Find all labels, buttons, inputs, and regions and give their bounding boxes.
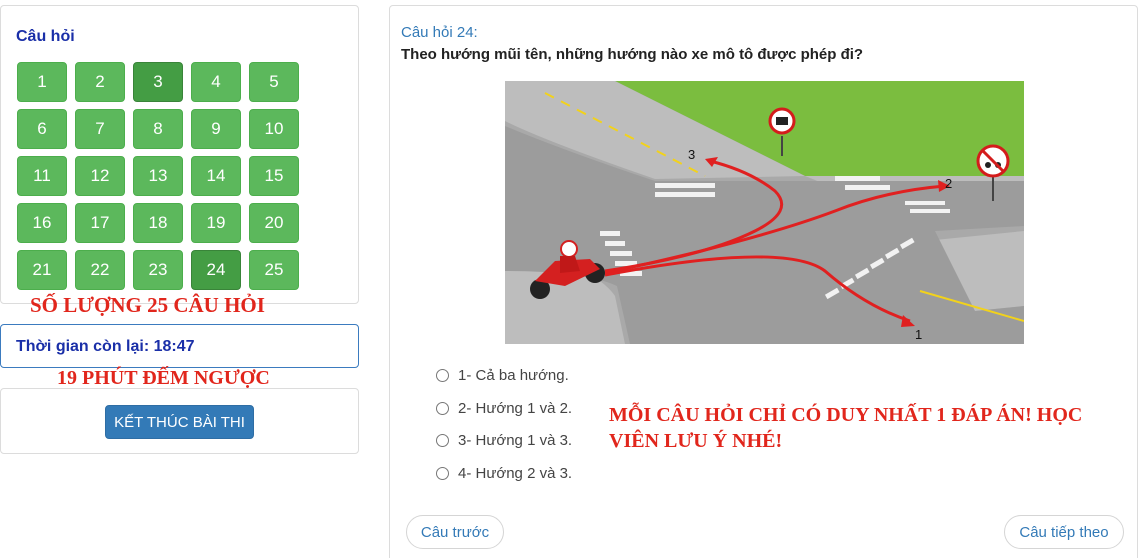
question-button-5[interactable]: 5 bbox=[249, 62, 299, 102]
question-button-16[interactable]: 16 bbox=[17, 203, 67, 243]
question-button-11[interactable]: 11 bbox=[17, 156, 67, 196]
question-button-3[interactable]: 3 bbox=[133, 62, 183, 102]
question-button-9[interactable]: 9 bbox=[191, 109, 241, 149]
question-number: Câu hỏi 24: bbox=[401, 24, 478, 41]
question-button-8[interactable]: 8 bbox=[133, 109, 183, 149]
question-text: Theo hướng mũi tên, những hướng nào xe m… bbox=[401, 46, 864, 63]
question-button-22[interactable]: 22 bbox=[75, 250, 125, 290]
question-panel: Câu hỏi 24: Theo hướng mũi tên, những hư… bbox=[389, 5, 1138, 558]
question-image: 3 2 1 bbox=[505, 81, 1024, 344]
finish-panel: KẾT THÚC BÀI THI bbox=[0, 388, 359, 454]
question-button-6[interactable]: 6 bbox=[17, 109, 67, 149]
timer-label: Thời gian còn lại: 18:47 bbox=[16, 338, 195, 355]
answer-text: 3- Hướng 1 và 3. bbox=[458, 431, 573, 449]
question-button-2[interactable]: 2 bbox=[75, 62, 125, 102]
radio-button[interactable] bbox=[436, 466, 449, 480]
next-question-button[interactable]: Câu tiếp theo bbox=[1004, 515, 1124, 549]
previous-question-button[interactable]: Câu trước bbox=[406, 515, 504, 549]
question-button-21[interactable]: 21 bbox=[17, 250, 67, 290]
answer-option-3[interactable]: 3- Hướng 1 và 3. bbox=[436, 430, 572, 450]
grid-title: Câu hỏi bbox=[16, 28, 75, 45]
answer-option-4[interactable]: 4- Hướng 2 và 3. bbox=[436, 463, 572, 483]
answer-text: 4- Hướng 2 và 3. bbox=[458, 464, 573, 482]
answer-option-1[interactable]: 1- Cả ba hướng. bbox=[436, 365, 569, 385]
timer-panel: Thời gian còn lại: 18:47 bbox=[0, 324, 359, 368]
radio-button[interactable] bbox=[436, 433, 449, 447]
question-button-19[interactable]: 19 bbox=[191, 203, 241, 243]
answer-option-2[interactable]: 2- Hướng 1 và 2. bbox=[436, 398, 572, 418]
question-button-24[interactable]: 24 bbox=[191, 250, 241, 290]
answer-text: 2- Hướng 1 và 2. bbox=[458, 399, 573, 417]
direction-label-2: 2 bbox=[945, 176, 952, 191]
question-button-4[interactable]: 4 bbox=[191, 62, 241, 102]
question-grid: 1 2 3 4 5 6 7 8 9 10 11 12 13 14 15 16 17 18 19 20 21 22 23 24 2… bbox=[17, 62, 301, 290]
answer-text: 1- Cả ba hướng. bbox=[458, 366, 569, 384]
question-grid-panel: Câu hỏi 1 2 3 4 5 6 7 8 9 10 11 12 13 14 15 16 17 18 19 20 2… bbox=[0, 5, 359, 304]
question-button-14[interactable]: 14 bbox=[191, 156, 241, 196]
question-button-18[interactable]: 18 bbox=[133, 203, 183, 243]
question-button-23[interactable]: 23 bbox=[133, 250, 183, 290]
direction-label-3: 3 bbox=[688, 147, 695, 162]
question-button-10[interactable]: 10 bbox=[249, 109, 299, 149]
radio-button[interactable] bbox=[436, 401, 449, 415]
question-button-1[interactable]: 1 bbox=[17, 62, 67, 102]
timer-note: 19 PHÚT ĐẾM NGƯỢC bbox=[57, 367, 270, 389]
question-button-15[interactable]: 15 bbox=[249, 156, 299, 196]
question-button-13[interactable]: 13 bbox=[133, 156, 183, 196]
direction-label-1: 1 bbox=[915, 327, 922, 342]
question-button-12[interactable]: 12 bbox=[75, 156, 125, 196]
radio-button[interactable] bbox=[436, 368, 449, 382]
question-count-note: SỐ LƯỢNG 25 CÂU HỎI bbox=[30, 293, 265, 317]
question-button-25[interactable]: 25 bbox=[249, 250, 299, 290]
question-button-7[interactable]: 7 bbox=[75, 109, 125, 149]
question-button-17[interactable]: 17 bbox=[75, 203, 125, 243]
single-answer-note: MỖI CÂU HỎI CHỈ CÓ DUY NHẤT 1 ĐÁP ÁN! HỌ… bbox=[609, 404, 1083, 452]
question-button-20[interactable]: 20 bbox=[249, 203, 299, 243]
finish-exam-button[interactable]: KẾT THÚC BÀI THI bbox=[105, 405, 254, 439]
